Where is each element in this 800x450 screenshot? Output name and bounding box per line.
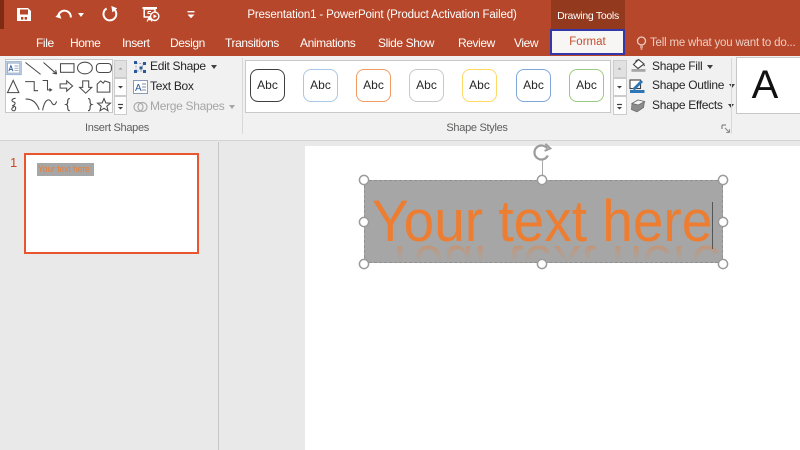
svg-text:A: A — [135, 83, 142, 94]
